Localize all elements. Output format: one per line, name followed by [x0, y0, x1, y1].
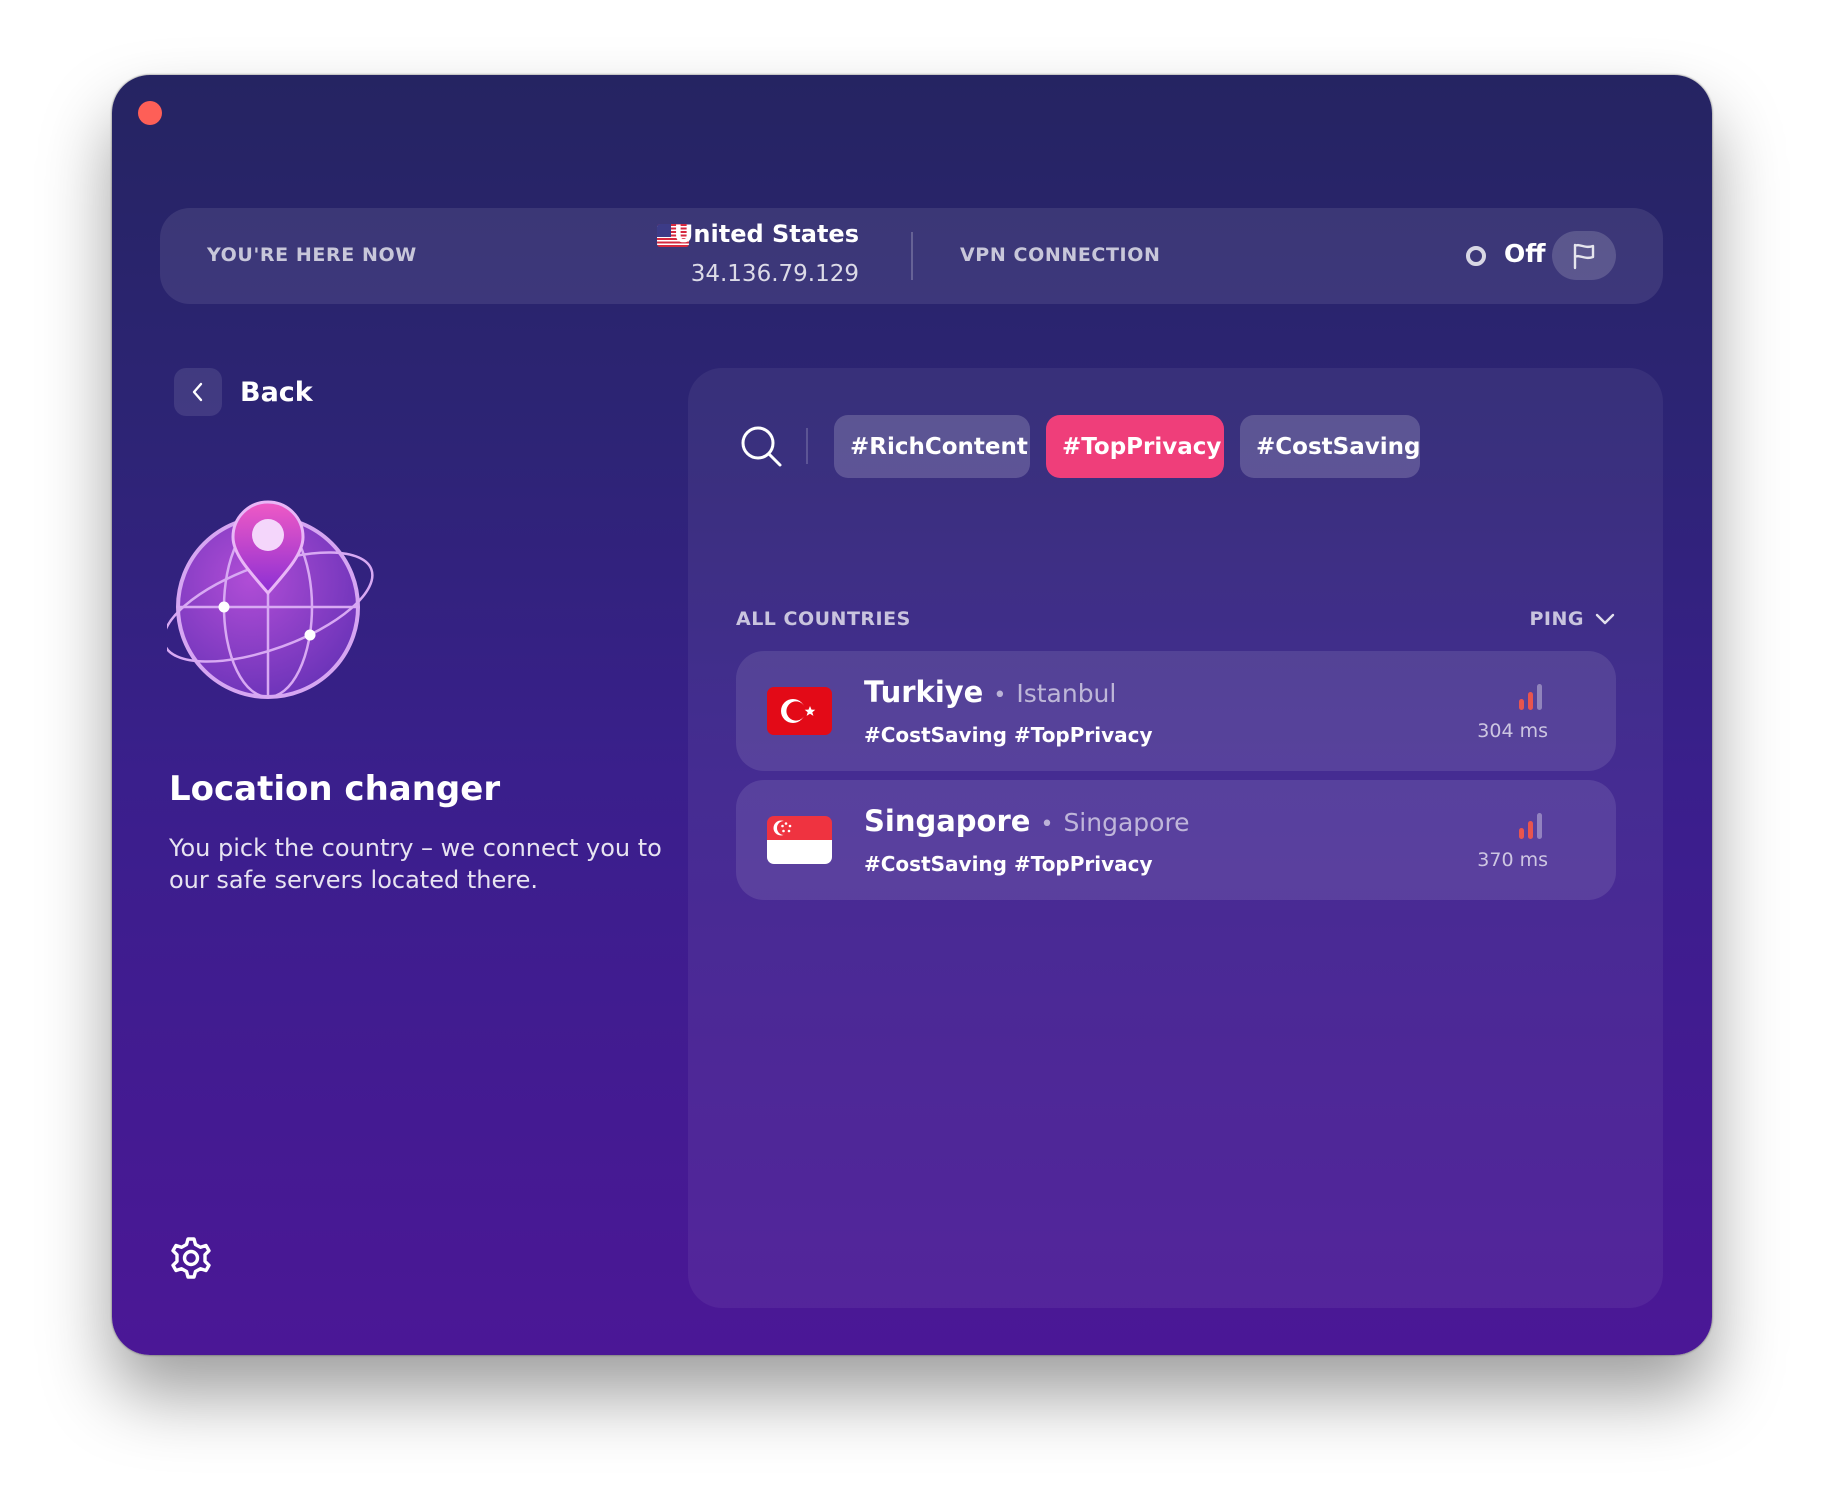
sort-label: PING [1529, 608, 1584, 630]
singapore-flag-icon [767, 816, 832, 864]
report-button[interactable] [1552, 231, 1616, 280]
signal-strength-icon [1519, 813, 1542, 839]
signal-strength-icon [1519, 684, 1542, 710]
server-ping: 370 ms [1477, 849, 1548, 871]
server-city: Istanbul [1016, 679, 1117, 708]
server-ping: 304 ms [1477, 720, 1548, 742]
vpn-connection-label: VPN CONNECTION [960, 244, 1161, 266]
server-row-singapore[interactable]: Singapore • Singapore #CostSaving #TopPr… [736, 780, 1616, 900]
current-location-label: YOU'RE HERE NOW [207, 244, 417, 266]
filter-chip-topprivacy[interactable]: #TopPrivacy [1046, 415, 1224, 478]
server-city: Singapore [1063, 808, 1190, 837]
server-row-turkiye[interactable]: Turkiye • Istanbul #CostSaving #TopPriva… [736, 651, 1616, 771]
globe-pin-illustration [167, 500, 374, 699]
back-label: Back [240, 376, 313, 408]
chevron-down-icon [1595, 613, 1615, 625]
divider [806, 428, 808, 464]
server-list-panel: #RichContent #TopPrivacy #CostSaving ALL… [688, 368, 1663, 1308]
list-header: ALL COUNTRIES PING [736, 608, 1616, 630]
server-tags: #CostSaving #TopPrivacy [864, 852, 1153, 876]
back-chevron [174, 368, 222, 416]
all-countries-label: ALL COUNTRIES [736, 608, 911, 630]
separator-dot: • [993, 683, 1007, 708]
separator-dot: • [1040, 812, 1054, 837]
filter-chip-richcontent[interactable]: #RichContent [834, 415, 1030, 478]
flag-icon [1573, 243, 1595, 269]
feature-description: You pick the country – we connect you to… [169, 834, 662, 894]
server-country: Turkiye [864, 675, 984, 709]
vpn-status-text: Off [1504, 239, 1546, 268]
back-button[interactable]: Back [174, 368, 313, 416]
chevron-left-icon [192, 382, 203, 402]
server-name: Singapore • Singapore [864, 804, 1190, 838]
connection-status-bar: YOU'RE HERE NOW United States 34.136.79.… [160, 208, 1663, 304]
server-country: Singapore [864, 804, 1031, 838]
divider [911, 232, 913, 280]
feature-title: Location changer [169, 769, 501, 809]
app-window: YOU'RE HERE NOW United States 34.136.79.… [112, 75, 1712, 1355]
current-country: United States [673, 220, 859, 248]
server-tags: #CostSaving #TopPrivacy [864, 723, 1153, 747]
turkey-flag-icon [767, 687, 832, 735]
gear-icon[interactable] [168, 1235, 214, 1281]
sort-by-ping-button[interactable]: PING [1530, 608, 1617, 630]
current-ip-address: 34.136.79.129 [690, 261, 859, 287]
search-icon[interactable] [738, 423, 784, 469]
window-close-button[interactable] [138, 101, 162, 125]
filter-chip-costsaving[interactable]: #CostSaving [1240, 415, 1420, 478]
server-name: Turkiye • Istanbul [864, 675, 1116, 709]
vpn-status-indicator [1466, 246, 1486, 266]
